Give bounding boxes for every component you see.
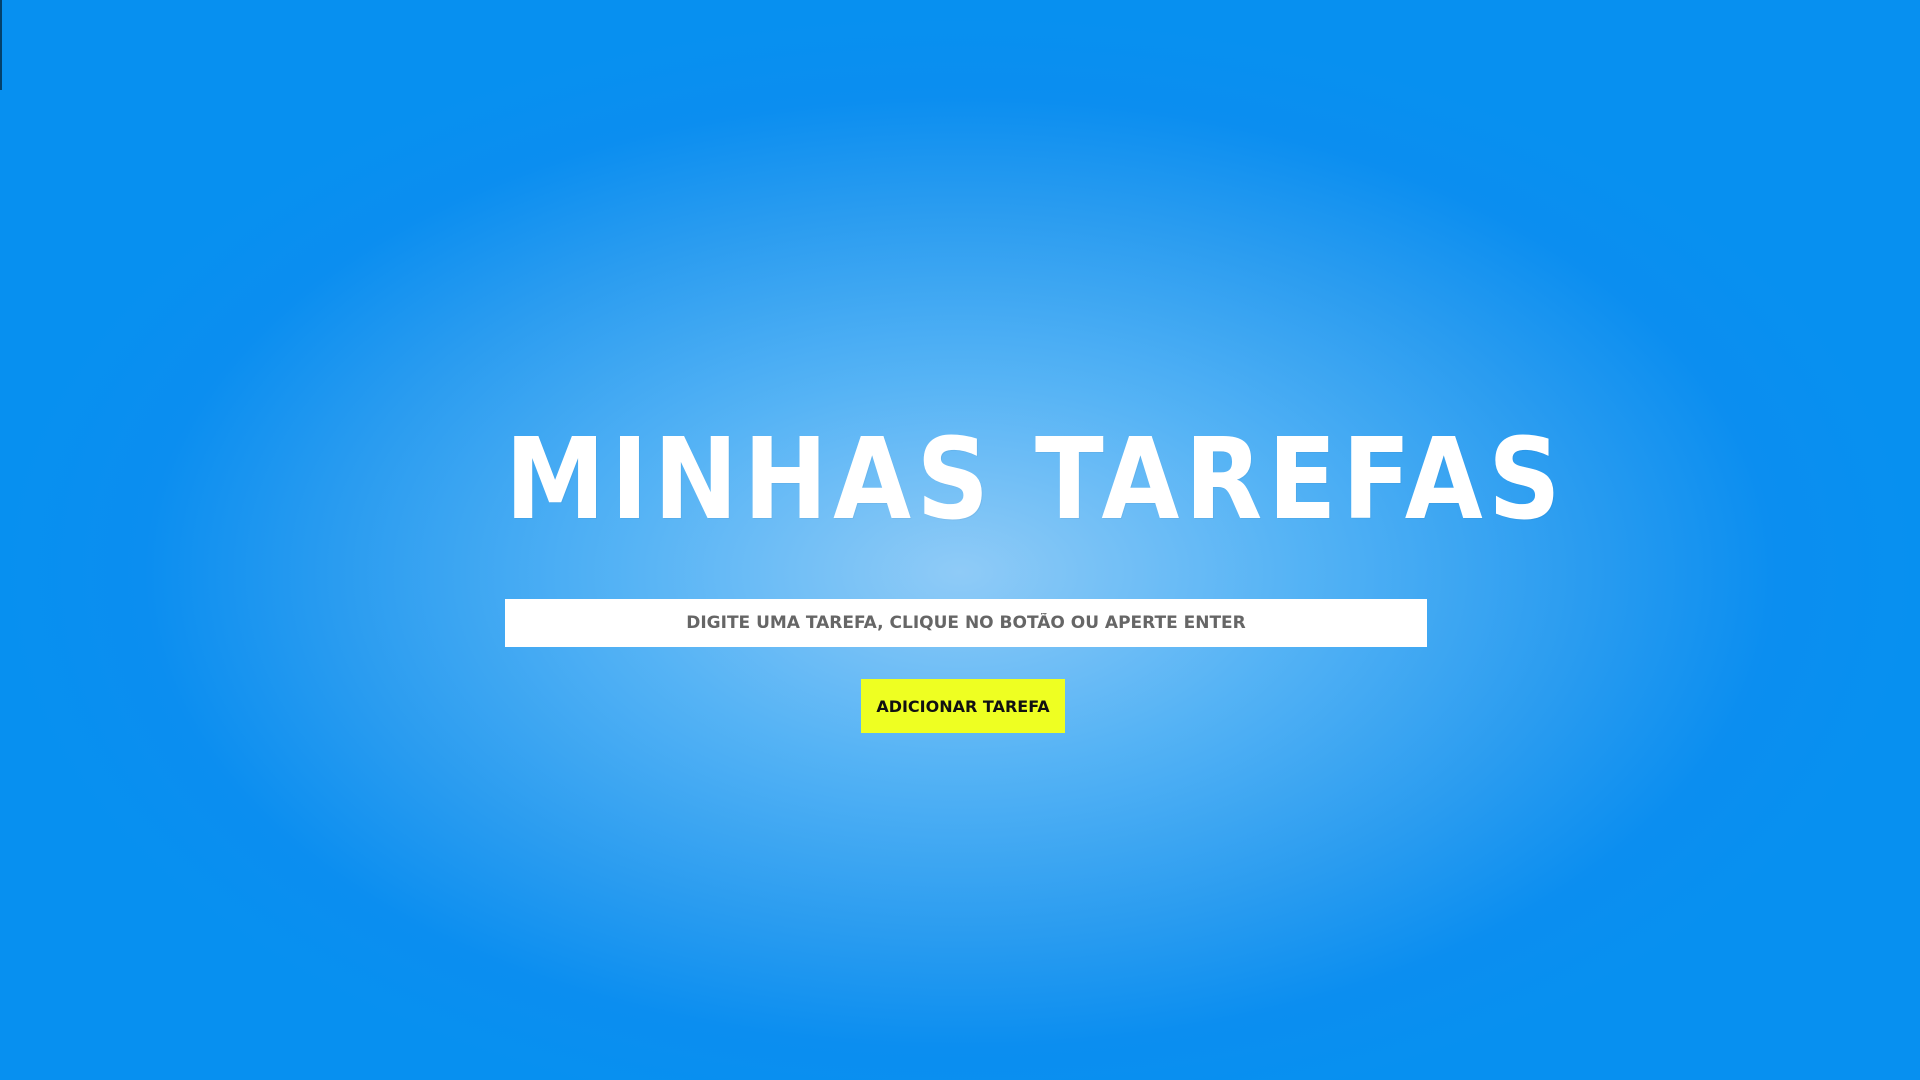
page-title: Minhas Tarefas bbox=[505, 415, 1567, 545]
add-task-button[interactable]: Adicionar tarefa bbox=[861, 679, 1065, 733]
task-input[interactable] bbox=[505, 599, 1427, 647]
page: Minhas Tarefas Adicionar tarefa bbox=[0, 0, 1920, 1080]
window-edge-mark bbox=[0, 0, 2, 90]
